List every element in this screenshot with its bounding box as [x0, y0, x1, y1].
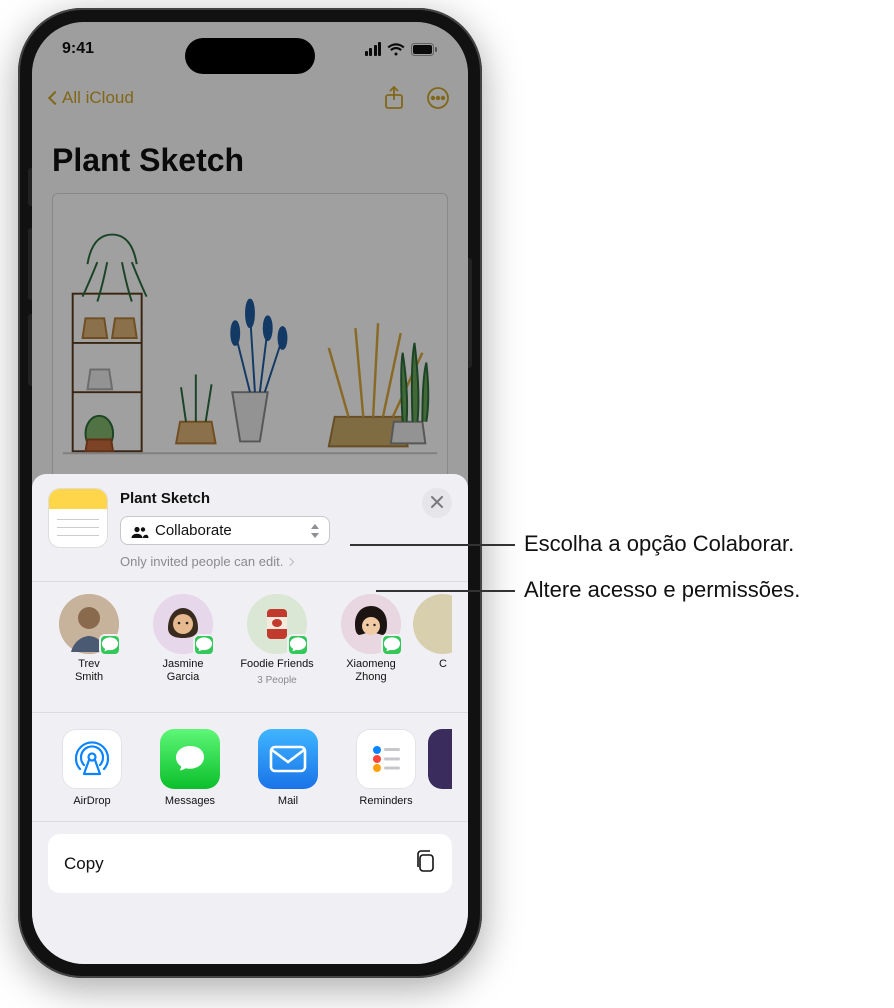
avatar — [153, 594, 213, 654]
permissions-button[interactable]: Only invited people can edit. — [120, 554, 410, 569]
callout-collaborate: Escolha a opção Colaborar. — [524, 531, 794, 557]
avatar — [413, 594, 452, 654]
avatar — [247, 594, 307, 654]
chevron-right-icon — [286, 557, 294, 565]
messages-badge-icon — [381, 634, 403, 656]
callout-line — [376, 590, 515, 592]
callout-line — [350, 544, 515, 546]
contact-foodie-friends[interactable]: Foodie Friends 3 People — [240, 594, 314, 686]
messages-badge-icon — [193, 634, 215, 656]
messages-badge-icon — [99, 634, 121, 656]
app-reminders[interactable]: Reminders — [348, 729, 424, 807]
notes-app-icon — [48, 488, 108, 548]
apps-row[interactable]: AirDrop Messages Mail — [48, 713, 452, 821]
contact-jasmine-garcia[interactable]: JasmineGarcia — [146, 594, 220, 686]
contact-partial[interactable]: C — [428, 594, 452, 686]
reminders-icon — [356, 729, 416, 789]
avatar — [59, 594, 119, 654]
share-sheet: Plant Sketch Collaborate Only invited pe… — [32, 474, 468, 964]
phone-screen: 9:41 All iCloud — [32, 22, 468, 964]
app-airdrop[interactable]: AirDrop — [54, 729, 130, 807]
contacts-row[interactable]: TrevSmith JasmineGarcia — [48, 582, 452, 700]
updown-chevron-icon — [309, 524, 319, 538]
divider — [32, 821, 468, 822]
collaborate-label: Collaborate — [155, 522, 301, 539]
copy-action[interactable]: Copy — [48, 834, 452, 893]
app-mail[interactable]: Mail — [250, 729, 326, 807]
messages-icon — [160, 729, 220, 789]
close-icon — [431, 493, 443, 513]
collaborate-mode-selector[interactable]: Collaborate — [120, 516, 330, 545]
share-actions-list: Copy — [48, 834, 452, 893]
avatar — [341, 594, 401, 654]
phone-frame: 9:41 All iCloud — [18, 8, 482, 978]
contact-trev-smith[interactable]: TrevSmith — [52, 594, 126, 686]
contact-xiaomeng-zhong[interactable]: XiaomengZhong — [334, 594, 408, 686]
messages-badge-icon — [287, 634, 309, 656]
permission-text: Only invited people can edit. — [120, 554, 283, 569]
close-button[interactable] — [422, 488, 452, 518]
callout-permissions: Altere acesso e permissões. — [524, 577, 800, 603]
copy-icon — [414, 849, 436, 878]
copy-label: Copy — [64, 854, 104, 874]
app-icon — [428, 729, 452, 789]
airdrop-icon — [62, 729, 122, 789]
app-messages[interactable]: Messages — [152, 729, 228, 807]
people-icon — [131, 525, 147, 537]
mail-icon — [258, 729, 318, 789]
app-partial[interactable]: J — [446, 729, 452, 807]
share-sheet-title: Plant Sketch — [120, 490, 410, 507]
